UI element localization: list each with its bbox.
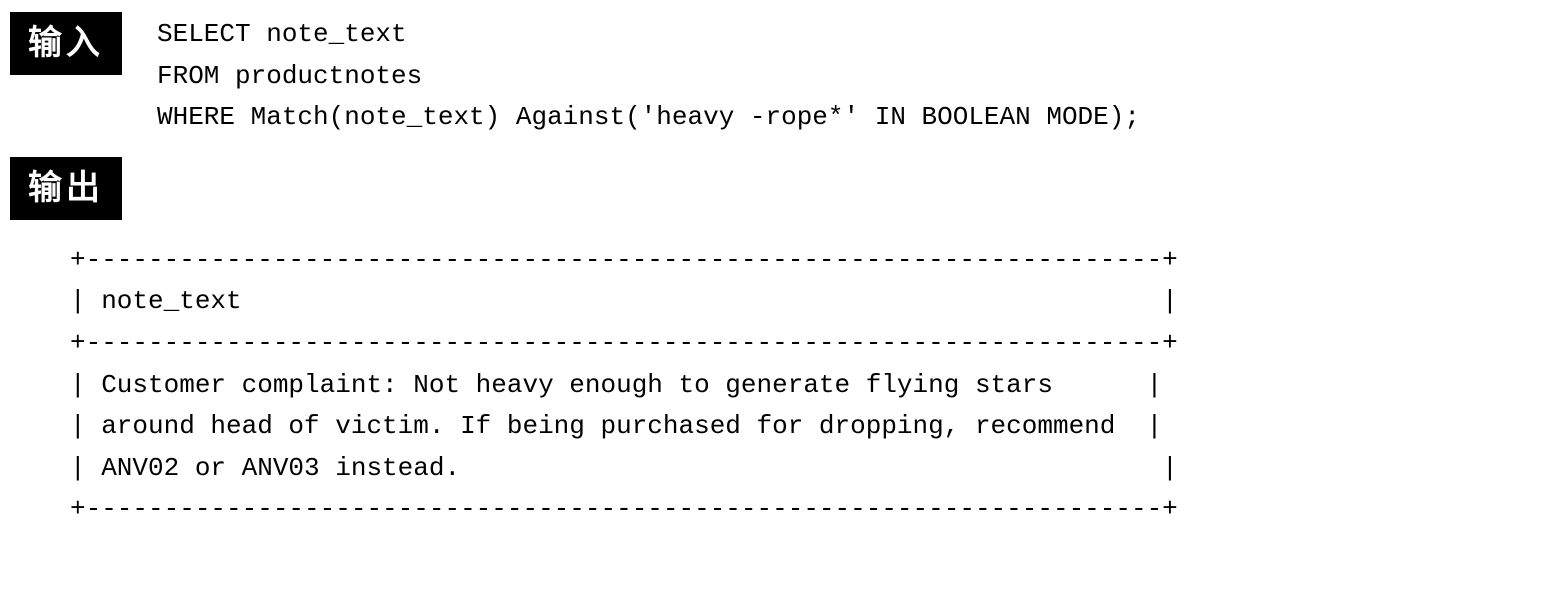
sql-input-code: SELECT note_text FROM productnotes WHERE… [157,10,1140,139]
output-label: 输出 [10,157,122,220]
input-section: 输入 SELECT note_text FROM productnotes WH… [10,10,1551,139]
input-label: 输入 [10,12,122,75]
sql-output-table: +---------------------------------------… [70,240,1551,531]
output-section: 输出 [10,155,1551,220]
